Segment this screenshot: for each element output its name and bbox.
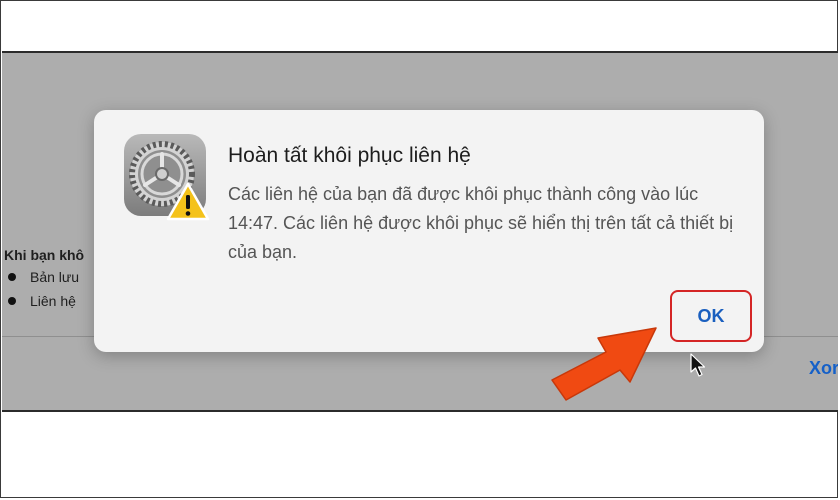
list-item-label: Bản lưu — [30, 269, 80, 285]
warning-triangle-icon — [166, 182, 210, 221]
background-heading: Khi bạn khô — [4, 247, 85, 263]
background-link[interactable]: Xor — [809, 358, 838, 379]
dialog-message: Các liên hệ của bạn đã được khôi phục th… — [228, 184, 734, 262]
list-item: Liên hệ — [4, 293, 84, 309]
restore-complete-dialog: Hoàn tất khôi phục liên hệ Các liên hệ c… — [94, 110, 764, 352]
bullet-icon — [8, 297, 16, 305]
background-content: Khi bạn khô Bản lưu Liên hệ — [4, 247, 84, 317]
dialog-title: Hoàn tất khôi phục liên hệ — [228, 144, 471, 167]
list-item-label: Liên hệ — [30, 293, 76, 309]
ok-button[interactable]: OK — [674, 294, 748, 338]
pointer-arrow-icon — [551, 327, 657, 401]
bullet-icon — [8, 273, 16, 281]
list-item: Bản lưu — [4, 269, 84, 285]
mouse-cursor-icon — [690, 353, 706, 377]
